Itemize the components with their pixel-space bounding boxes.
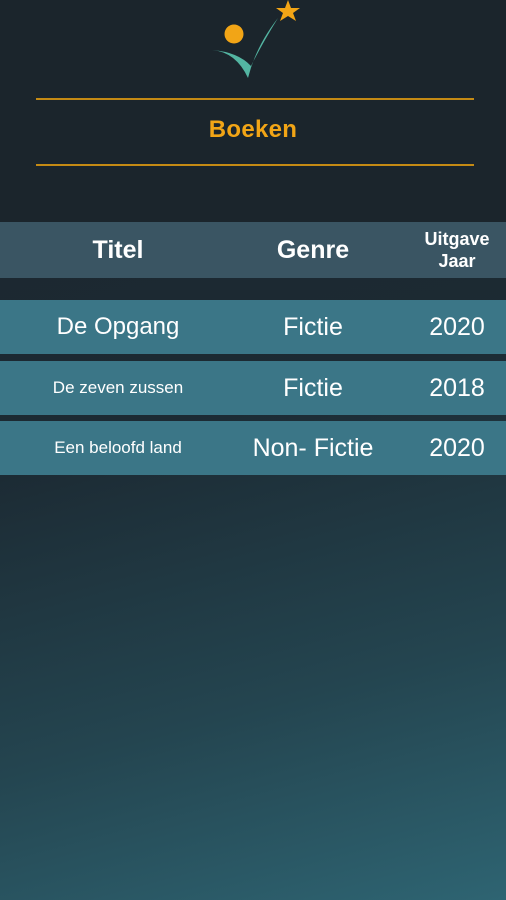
column-header-year-line1: Uitgave xyxy=(424,229,490,249)
column-header-genre: Genre xyxy=(276,235,350,264)
table-row[interactable]: De zeven zussen Fictie 2018 xyxy=(0,361,506,415)
title-divider-top xyxy=(36,98,474,100)
column-header-year-line2: Jaar xyxy=(438,251,476,271)
row-genre: Non- Fictie xyxy=(252,433,374,462)
row-year: 2020 xyxy=(429,312,485,341)
row-genre: Fictie xyxy=(283,373,343,402)
row-title: Een beloofd land xyxy=(54,438,182,457)
table-row[interactable]: De Opgang Fictie 2020 xyxy=(0,300,506,354)
row-title: De Opgang xyxy=(56,313,180,340)
title-divider-bottom xyxy=(36,164,474,166)
column-header-year: Uitgave Jaar xyxy=(408,222,506,278)
page-title: Boeken xyxy=(208,116,298,143)
table-header: Titel Genre Uitgave Jaar xyxy=(0,222,506,278)
table-row[interactable]: Een beloofd land Non- Fictie 2020 xyxy=(0,421,506,475)
app-header: Boeken xyxy=(0,0,506,222)
row-genre: Fictie xyxy=(283,312,343,341)
row-year: 2020 xyxy=(429,433,485,462)
row-year: 2018 xyxy=(429,373,485,402)
column-header-title: Titel xyxy=(92,235,144,264)
row-title: De zeven zussen xyxy=(52,378,184,397)
checkmark-star-logo-icon xyxy=(212,0,300,78)
